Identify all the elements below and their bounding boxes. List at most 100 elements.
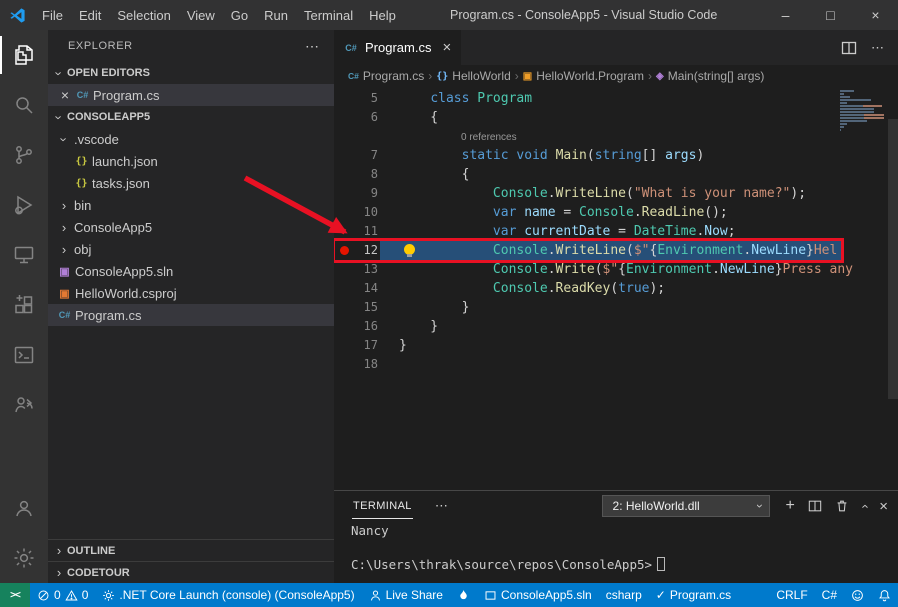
solution-status[interactable]: ConsoleApp5.sln	[477, 583, 599, 607]
notifications-bell-icon[interactable]	[871, 583, 898, 607]
code-line-13[interactable]: 13 Console.Write($"{Environment.NewLine}…	[334, 260, 898, 279]
explorer-item-helloworld-csproj[interactable]: ▣HelloWorld.csproj	[48, 282, 334, 304]
code-line-9[interactable]: 9 Console.WriteLine("What is your name?"…	[334, 184, 898, 203]
open-editor-program-cs[interactable]: × C# Program.cs	[48, 84, 334, 106]
explorer-item-program-cs[interactable]: C#Program.cs	[48, 304, 334, 326]
code-line-7[interactable]: 7 static void Main(string[] args)	[334, 146, 898, 165]
sln-file-icon: ▣	[56, 265, 73, 278]
explorer-item-tasks-json[interactable]: {}tasks.json	[48, 172, 334, 194]
explorer-item--vscode[interactable]: ›.vscode	[48, 128, 334, 150]
split-terminal-icon[interactable]	[808, 499, 822, 513]
csproj-file-icon: ▣	[56, 287, 73, 300]
menu-run[interactable]: Run	[256, 8, 296, 23]
terminal-icon[interactable]	[0, 330, 48, 380]
remote-indicator[interactable]: ><	[0, 583, 30, 607]
open-editors-section-header[interactable]: › OPEN EDITORS	[48, 62, 334, 84]
minimap[interactable]	[840, 90, 888, 135]
close-window-button[interactable]: ×	[853, 0, 898, 30]
file-label: launch.json	[90, 154, 158, 169]
code-line-6[interactable]: 6 {	[334, 108, 898, 127]
outline-section-header[interactable]: › OUTLINE	[48, 539, 334, 561]
close-editor-icon[interactable]: ×	[56, 87, 74, 103]
code-line-11[interactable]: 11 var currentDate = DateTime.Now;	[334, 222, 898, 241]
language-mode-indicator[interactable]: C#	[815, 583, 844, 607]
lightbulb-icon[interactable]	[404, 244, 415, 255]
code-line-5[interactable]: 5 class Program	[334, 89, 898, 108]
editor-group: C# Program.cs × ⋯ C# Program.cs › {} Hel…	[334, 30, 898, 583]
breadcrumb-method[interactable]: ◈ Main(string[] args)	[656, 69, 764, 83]
feedback-smiley-icon[interactable]	[844, 583, 871, 607]
explorer-item-bin[interactable]: ›bin	[48, 194, 334, 216]
menu-help[interactable]: Help	[361, 8, 404, 23]
kill-terminal-trash-icon[interactable]	[835, 499, 849, 513]
menu-selection[interactable]: Selection	[109, 8, 178, 23]
explorer-sidebar: EXPLORER ⋯ › OPEN EDITORS × C# Program.c…	[48, 30, 334, 583]
extensions-icon[interactable]	[0, 280, 48, 330]
remote-explorer-icon[interactable]	[0, 230, 48, 280]
explorer-item-consoleapp5-sln[interactable]: ▣ConsoleApp5.sln	[48, 260, 334, 282]
search-icon[interactable]	[0, 80, 48, 130]
cs-file-icon: C#	[56, 310, 73, 320]
codetour-section-header[interactable]: › CODETOUR	[48, 561, 334, 583]
explorer-icon[interactable]	[0, 30, 48, 80]
menu-view[interactable]: View	[179, 8, 223, 23]
editor-more-actions-icon[interactable]: ⋯	[871, 40, 884, 56]
split-editor-icon[interactable]	[841, 40, 857, 56]
tab-program-cs[interactable]: C# Program.cs ×	[334, 30, 461, 65]
language-item-status[interactable]: csharp	[599, 583, 649, 607]
code-line-14[interactable]: 14 Console.ReadKey(true);	[334, 279, 898, 298]
menu-file[interactable]: File	[34, 8, 71, 23]
namespace-icon: {}	[436, 71, 448, 82]
eol-indicator[interactable]: CRLF	[769, 583, 814, 607]
code-lens-row[interactable]: 0 references	[334, 127, 898, 146]
code-line-10[interactable]: 10 var name = Console.ReadLine();	[334, 203, 898, 222]
breadcrumb-namespace[interactable]: {} HelloWorld	[436, 69, 511, 83]
debug-config-status[interactable]: .NET Core Launch (console) (ConsoleApp5)	[95, 583, 361, 607]
code-editor[interactable]: 5 class Program6 { 0 references 7 static v…	[334, 87, 898, 490]
menu-go[interactable]: Go	[223, 8, 256, 23]
sidebar-more-actions-icon[interactable]: ⋯	[305, 38, 320, 55]
code-lens-references[interactable]: 0 references	[461, 132, 517, 143]
maximize-button[interactable]: □	[808, 0, 853, 30]
terminal-output[interactable]: Nancy C:\Users\thrak\source\repos\Consol…	[334, 521, 898, 583]
code-line-8[interactable]: 8 {	[334, 165, 898, 184]
terminal-header: TERMINAL ⋯ 2: HelloWorld.dll › + › ×	[334, 491, 898, 521]
account-icon[interactable]	[0, 483, 48, 533]
code-line-15[interactable]: 15 }	[334, 298, 898, 317]
code-line-12[interactable]: 12 Console.WriteLine($"{Environment.NewL…	[334, 241, 898, 260]
new-terminal-icon[interactable]: +	[786, 497, 795, 515]
terminal-panel: TERMINAL ⋯ 2: HelloWorld.dll › + › × Nan…	[334, 490, 898, 583]
run-debug-icon[interactable]	[0, 180, 48, 230]
terminal-tab[interactable]: TERMINAL	[352, 493, 413, 519]
workspace-section-header[interactable]: › CONSOLEAPP5	[48, 106, 334, 128]
minimap-line	[840, 123, 847, 125]
maximize-panel-icon[interactable]: ›	[857, 504, 872, 508]
menu-edit[interactable]: Edit	[71, 8, 109, 23]
terminal-process-select[interactable]: 2: HelloWorld.dll ›	[602, 495, 770, 517]
settings-gear-icon[interactable]	[0, 533, 48, 583]
code-line-17[interactable]: 17}	[334, 336, 898, 355]
breadcrumb-file[interactable]: C# Program.cs	[348, 69, 424, 83]
code-line-16[interactable]: 16 }	[334, 317, 898, 336]
menu-terminal[interactable]: Terminal	[296, 8, 361, 23]
explorer-item-obj[interactable]: ›obj	[48, 238, 334, 260]
live-share-icon[interactable]	[0, 380, 48, 430]
source-control-icon[interactable]	[0, 130, 48, 180]
explorer-item-consoleapp5[interactable]: ›ConsoleApp5	[48, 216, 334, 238]
live-share-status[interactable]: Live Share	[362, 583, 450, 607]
problems-status[interactable]: 0 0	[30, 583, 95, 607]
breadcrumb-class[interactable]: ▣ HelloWorld.Program	[523, 69, 644, 83]
close-tab-icon[interactable]: ×	[442, 39, 451, 56]
editor-scrollbar[interactable]	[888, 119, 898, 399]
terminal-more-actions-icon[interactable]: ⋯	[435, 498, 449, 514]
close-panel-icon[interactable]: ×	[879, 498, 888, 515]
file-tree: ›.vscode{}launch.json{}tasks.json›bin›Co…	[48, 128, 334, 326]
minimize-button[interactable]: –	[763, 0, 808, 30]
class-symbol-icon: ▣	[523, 71, 532, 82]
code-line-18[interactable]: 18	[334, 355, 898, 374]
omnisharp-flame-status[interactable]	[450, 583, 477, 607]
chevron-down-icon: ›	[57, 131, 72, 147]
chevron-down-icon: ›	[52, 65, 67, 81]
explorer-item-launch-json[interactable]: {}launch.json	[48, 150, 334, 172]
file-check-status[interactable]: ✓ Program.cs	[649, 583, 738, 607]
